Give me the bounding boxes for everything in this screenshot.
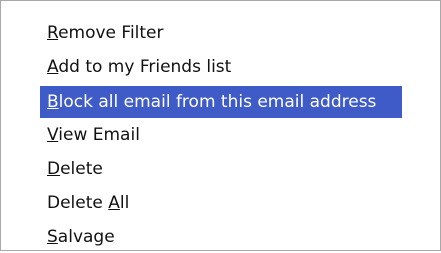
menu-item-salvage[interactable]: Salvage — [1, 221, 115, 253]
menu-item-block-all-email[interactable]: Block all email from this email address — [40, 86, 402, 118]
mnemonic-letter: D — [47, 159, 61, 179]
mnemonic-letter: R — [47, 23, 59, 43]
menu-item-add-to-friends-list[interactable]: Add to my Friends list — [1, 51, 231, 83]
menu-item-view-email[interactable]: View Email — [1, 119, 140, 151]
menu-item-delete[interactable]: Delete — [1, 153, 103, 185]
context-menu: Remove Filter Add to my Friends list Blo… — [0, 0, 441, 251]
mnemonic-letter: A — [47, 57, 59, 77]
menu-item-delete-all[interactable]: Delete All — [1, 187, 129, 219]
mnemonic-letter: B — [47, 92, 59, 112]
mnemonic-letter: S — [47, 227, 58, 247]
mnemonic-letter: A — [108, 193, 120, 213]
menu-item-remove-filter[interactable]: Remove Filter — [1, 17, 164, 49]
mnemonic-letter: V — [47, 125, 59, 145]
